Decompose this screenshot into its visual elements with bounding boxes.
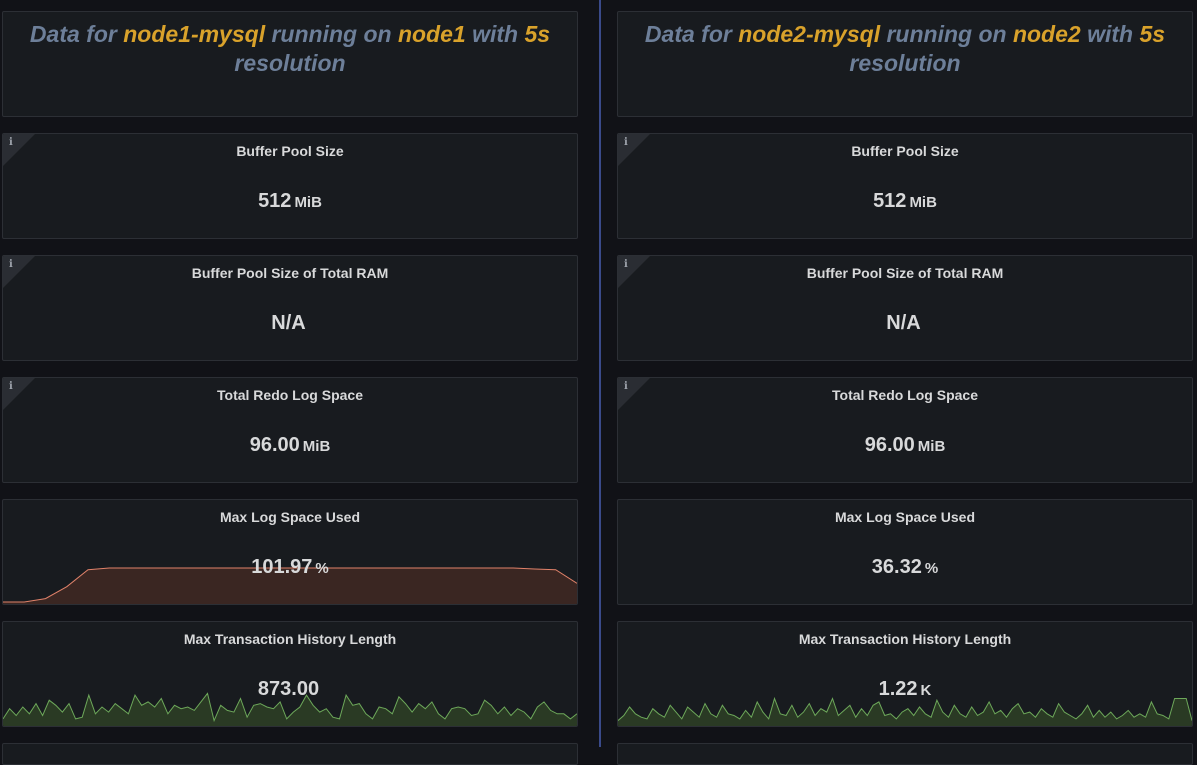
panel-next	[617, 743, 1193, 765]
panel-title: Max Log Space Used	[834, 509, 976, 525]
resolution-value: 5s	[524, 21, 551, 47]
value-unit: MiB	[302, 438, 331, 455]
service-name: node2-mysql	[738, 21, 881, 47]
panel-value: 96.00 MiB	[3, 434, 577, 457]
panel-title: Buffer Pool Size of Total RAM	[806, 265, 1004, 281]
column-node1: Data for node1-mysql running on node1 wi…	[2, 0, 578, 765]
panel-value: 512 MiB	[3, 190, 577, 213]
value-unit: %	[924, 560, 939, 577]
panel-buffer-pool-ram[interactable]: i Buffer Pool Size of Total RAM N/A	[2, 255, 578, 361]
panel-buffer-pool-size[interactable]: i Buffer Pool Size 512 MiB	[617, 133, 1193, 239]
title-text-segment: with	[465, 21, 525, 47]
title-text-segment: resolution	[849, 50, 961, 76]
value-unit: MiB	[909, 194, 937, 211]
value-unit: MiB	[294, 194, 322, 211]
title-text-segment: resolution	[234, 50, 346, 76]
panel-title: Max Transaction History Length	[798, 631, 1012, 647]
column-node2: Data for node2-mysql running on node2 wi…	[617, 0, 1193, 765]
value-unit: K	[920, 682, 932, 699]
panel-title: Total Redo Log Space	[217, 387, 363, 403]
panel-max-log-space[interactable]: Max Log Space Used 36.32%	[617, 499, 1193, 605]
panel-buffer-pool-ram[interactable]: i Buffer Pool Size of Total RAM N/A	[617, 255, 1193, 361]
value-number: 96.00	[249, 434, 300, 456]
panel-title: Buffer Pool Size of Total RAM	[191, 265, 389, 281]
panel-next	[2, 743, 578, 765]
column-divider	[599, 0, 601, 747]
panel-title: Buffer Pool Size	[236, 143, 344, 159]
value-number: N/A	[271, 312, 306, 334]
header-title: Data for node2-mysql running on node2 wi…	[628, 20, 1182, 78]
resolution-value: 5s	[1139, 21, 1166, 47]
panel-value: 101.97%	[3, 556, 577, 579]
value-number: 512	[873, 190, 907, 212]
panel-title: Buffer Pool Size	[851, 143, 959, 159]
panel-title: Max Transaction History Length	[183, 631, 397, 647]
panel-max-history-length[interactable]: Max Transaction History Length 873.00	[2, 621, 578, 727]
panel-value: 36.32%	[618, 556, 1192, 579]
value-number: N/A	[886, 312, 921, 334]
node-name: node1	[397, 21, 466, 47]
title-text-segment: running on	[265, 21, 398, 47]
panel-buffer-pool-size[interactable]: i Buffer Pool Size 512 MiB	[2, 133, 578, 239]
value-number: 101.97	[251, 556, 313, 578]
panel-value: N/A	[618, 312, 1192, 335]
value-number: 873.00	[257, 678, 320, 700]
panel-value: 873.00	[3, 678, 577, 701]
panel-value: 96.00 MiB	[618, 434, 1192, 457]
value-unit: %	[315, 560, 329, 577]
header-title: Data for node1-mysql running on node1 wi…	[13, 20, 567, 78]
value-number: 96.00	[864, 434, 915, 456]
value-unit: MiB	[917, 438, 946, 455]
panel-title: Total Redo Log Space	[832, 387, 978, 403]
title-text-segment: Data for	[29, 21, 124, 47]
panel-value: N/A	[3, 312, 577, 335]
title-text-segment: running on	[880, 21, 1013, 47]
sparkline-area	[618, 698, 1192, 726]
title-text-segment: Data for	[644, 21, 739, 47]
panel-max-history-length[interactable]: Max Transaction History Length 1.22 K	[617, 621, 1193, 727]
value-number: 36.32	[871, 556, 922, 578]
value-number: 1.22	[878, 678, 918, 700]
panel-value: 1.22 K	[618, 678, 1192, 701]
value-number: 512	[258, 190, 292, 212]
panel-max-log-space[interactable]: Max Log Space Used 101.97%	[2, 499, 578, 605]
title-text-segment: with	[1080, 21, 1140, 47]
header-panel: Data for node2-mysql running on node2 wi…	[617, 11, 1193, 117]
header-panel: Data for node1-mysql running on node1 wi…	[2, 11, 578, 117]
panel-total-redo-log[interactable]: i Total Redo Log Space 96.00 MiB	[617, 377, 1193, 483]
service-name: node1-mysql	[123, 21, 266, 47]
panel-total-redo-log[interactable]: i Total Redo Log Space 96.00 MiB	[2, 377, 578, 483]
panel-title: Max Log Space Used	[219, 509, 361, 525]
node-name: node2	[1012, 21, 1081, 47]
panel-value: 512 MiB	[618, 190, 1192, 213]
